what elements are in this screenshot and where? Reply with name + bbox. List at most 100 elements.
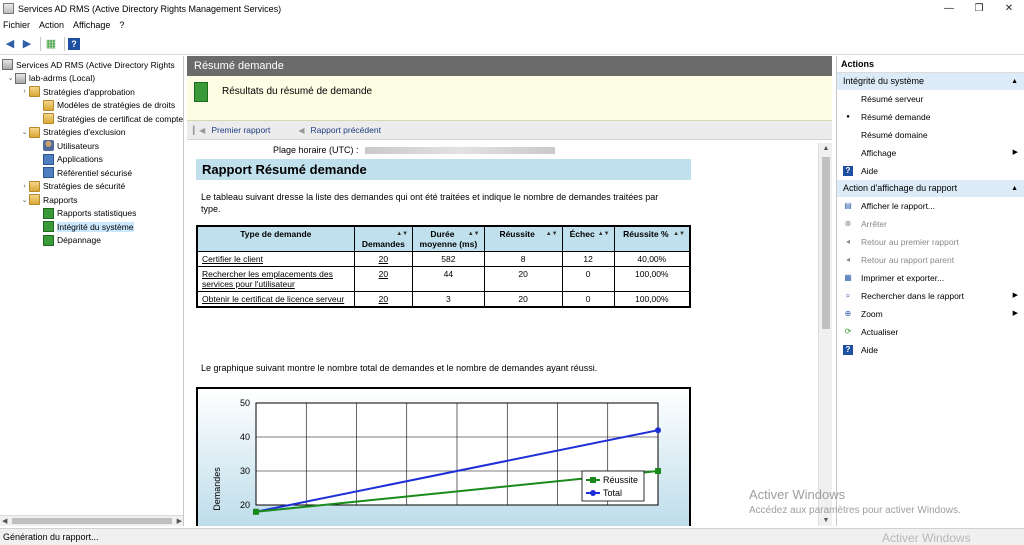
column-header-reussite[interactable]: ▲▼ Réussite [483,225,563,252]
action-item[interactable]: ⌕ Rechercher dans le rapport ▶ [837,287,1024,305]
column-header-type[interactable]: Type de demande [196,225,355,252]
result-title: Résultats du résumé de demande [222,86,373,97]
application-icon [43,153,54,165]
tree-item[interactable]: ⌄ Stratégies d'exclusion [20,126,125,139]
back-arrow-icon[interactable]: ◀ [3,37,17,51]
scroll-thumb[interactable] [822,157,830,329]
expanded-chevron-icon[interactable]: ⌄ [20,128,29,136]
console-tree-icon[interactable]: ▦ [44,37,58,51]
column-header-pct[interactable]: ▲▼ Réussite % [613,225,691,252]
requests-count-link[interactable]: 20 [353,251,414,267]
result-banner: Résultats du résumé de demande [187,76,832,121]
expanded-chevron-icon[interactable]: ⌄ [20,196,29,204]
tree-item-label: Référentiel sécurisé [57,167,133,178]
collapsed-chevron-icon[interactable]: › [20,183,29,190]
close-button[interactable]: ✕ [994,0,1024,17]
menu-fichier[interactable]: Fichier [3,20,30,30]
vertical-scrollbar[interactable]: ▲ ▼ [818,143,832,526]
sort-icon: ▲▼ [396,231,409,237]
refresh-icon: ⟳ [844,327,852,336]
folder-icon [29,180,40,192]
tree-item-label: Stratégies d'exclusion [43,127,126,137]
tree-item[interactable]: Modèles de stratégies de droits [34,99,175,112]
collapsed-chevron-icon[interactable]: › [20,88,29,95]
table-row: Certifier le client 20 582 8 12 40,00% [196,251,691,267]
application-icon [43,167,54,178]
action-item[interactable]: ? Aide [837,341,1024,359]
minimize-button[interactable]: — [934,0,964,17]
scroll-right-icon[interactable]: ▶ [177,516,182,526]
collapse-icon[interactable]: ▲ [1011,180,1018,197]
scroll-left-icon[interactable]: ◀ [2,516,7,526]
success-count-cell: 20 [483,291,563,308]
request-type-link[interactable]: Obtenir le certificat de licence serveur [196,291,355,308]
tree-item[interactable]: › Stratégies d'approbation [20,85,135,98]
actions-section-integrity[interactable]: Intégrité du système ▲ [837,73,1024,90]
scroll-down-icon[interactable]: ▼ [819,517,832,524]
action-item[interactable]: ? Aide [837,162,1024,180]
tree-item[interactable]: Rapports statistiques [34,207,136,220]
report-viewer: Plage horaire (UTC) : Rapport Résumé dem… [187,143,818,526]
tree-item[interactable]: ⌄ Rapports [20,193,78,206]
tree-item[interactable]: Services AD RMS (Active Directory Rights [2,58,175,71]
tree-item[interactable]: › Stratégies de sécurité [20,180,125,193]
menu-action[interactable]: Action [39,20,64,30]
maximize-button[interactable]: ❐ [964,0,994,17]
help-icon[interactable]: ? [68,37,80,50]
report-navigation: ▎◀ Premier rapport ◀ Rapport précédent [187,121,832,140]
request-type-link[interactable]: Certifier le client [196,251,355,267]
horizontal-scrollbar[interactable]: ◀ ▶ [0,515,183,526]
column-header-demandes[interactable]: ▲▼ Demandes [353,225,414,252]
scroll-up-icon[interactable]: ▲ [819,145,832,152]
tree-item[interactable]: Dépannage [34,234,101,247]
action-item[interactable]: Résumé domaine [837,126,1024,144]
tree-item[interactable]: ⌄ lab-adrms (Local) [6,72,95,85]
success-rate-cell: 100,00% [613,266,691,292]
tree-item-label: Modèles de stratégies de droits [57,100,176,110]
action-label: Arrêter [861,219,887,229]
actions-section-report-view[interactable]: Action d'affichage du rapport ▲ [837,180,1024,197]
menu-help[interactable]: ? [119,20,124,30]
title-bar: Services AD RMS (Active Directory Rights… [0,0,1024,17]
request-type-link[interactable]: Rechercher les emplacements des services… [196,266,355,292]
expanded-chevron-icon[interactable]: ⌄ [6,74,15,82]
action-item[interactable]: ● Résumé demande [837,108,1024,126]
toolbar: ◀ ▶ ▦ ? [0,33,1024,55]
tree-item[interactable]: Utilisateurs [34,139,99,152]
action-item[interactable]: ▦ Imprimer et exporter... [837,269,1024,287]
failure-count-cell: 0 [561,266,615,292]
action-item[interactable]: Affichage ▶ [837,144,1024,162]
scroll-thumb[interactable] [12,518,172,524]
menu-affichage[interactable]: Affichage [73,20,110,30]
first-report-link[interactable]: ▎◀ Premier rapport [193,125,284,135]
tree-item-label: Utilisateurs [57,140,100,151]
report-description: Le tableau suivant dresse la liste des d… [201,192,659,214]
action-item[interactable]: Résumé serveur [837,90,1024,108]
forward-arrow-icon[interactable]: ▶ [20,37,34,51]
collapse-icon[interactable]: ▲ [1011,73,1018,90]
requests-count-link[interactable]: 20 [353,291,414,308]
previous-report-link[interactable]: ◀ Rapport précédent [298,125,395,135]
action-item: ⊗ Arrêter [837,215,1024,233]
column-header-duree[interactable]: ▲▼ Durée moyenne (ms) [412,225,485,252]
action-item[interactable]: ▤ Afficher le rapport... [837,197,1024,215]
first-report-icon: ◂ [845,237,850,246]
search-icon: ⌕ [845,291,851,300]
action-item[interactable]: ⊕ Zoom ▶ [837,305,1024,323]
tree-item-label: Stratégies de sécurité [43,181,126,191]
requests-count-link[interactable]: 20 [353,266,414,292]
tree-item[interactable]: Référentiel sécurisé [34,166,132,179]
legend-marker [590,490,596,496]
action-item[interactable]: ⟳ Actualiser [837,323,1024,341]
tree-item-label: lab-adrms (Local) [29,73,96,83]
tree-item[interactable]: Applications [34,153,103,166]
tree-item[interactable]: Intégrité du système [34,220,134,233]
success-rate-cell: 40,00% [613,251,691,267]
y-axis-label: Demandes [212,467,222,511]
legend-label: Total [603,488,622,498]
tree-item[interactable]: Stratégies de certificat de compte [34,112,183,125]
legend-label: Réussite [603,475,638,485]
submenu-arrow-icon: ▶ [1012,292,1018,299]
time-range: Plage horaire (UTC) : [273,145,555,155]
column-header-echec[interactable]: ▲▼ Échec [561,225,615,252]
